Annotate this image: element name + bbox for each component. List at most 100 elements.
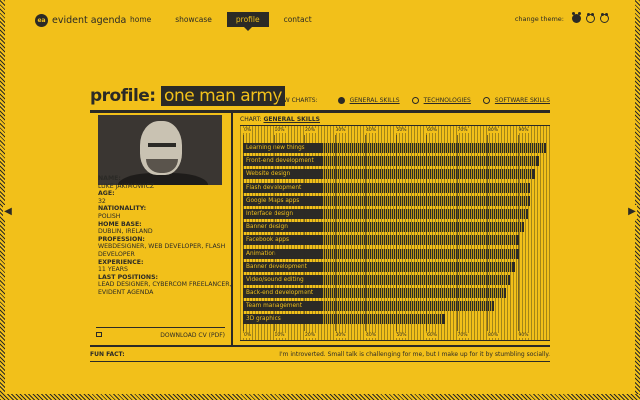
download-cv-label: DOWNLOAD CV (PDF): [160, 331, 225, 339]
bar-label: Learning new things: [243, 143, 322, 153]
view-charts: VIEW CHARTS: GENERAL SKILLS TECHNOLOGIES…: [274, 97, 550, 104]
page-title: profile: one man army: [90, 86, 285, 106]
nav-showcase[interactable]: showcase: [166, 12, 221, 27]
bar-label: Back-end development: [243, 288, 322, 299]
chart-selected-icon: [337, 97, 345, 104]
bar-label: Google Maps apps: [243, 195, 322, 206]
experience-label: EXPERIENCE:: [98, 258, 144, 266]
chart-link-label: GENERAL SKILLS: [349, 97, 400, 104]
fun-fact: FUN FACT: I'm introverted. Small talk is…: [90, 349, 550, 361]
bar: [322, 248, 520, 259]
name-label: NAME:: [98, 175, 121, 182]
bar-row: Google Maps apps: [243, 195, 550, 208]
positions-value: LEAD DESIGNER, CYBERCOM FREELANCER, EVID…: [98, 281, 232, 296]
experience-value: 11 YEARS: [98, 266, 128, 274]
bar-label: Team management: [243, 301, 322, 312]
profile-info: NAME: LUKE JAKIMOWICZ AGE: 32 NATIONALIT…: [98, 175, 233, 297]
bar-label: Website design: [243, 169, 322, 180]
theme-switcher: change theme:: [514, 12, 609, 23]
bar: [322, 143, 546, 153]
bar-label: Banner development: [243, 261, 322, 272]
tick-label: 0%: [243, 333, 253, 338]
theme-light-icon[interactable]: [600, 13, 609, 23]
bar: [322, 156, 540, 167]
bar-row: Banner development: [243, 261, 550, 274]
grid-line: [304, 135, 305, 331]
chart-unselected-icon: [411, 97, 419, 104]
tick-label: 70%: [456, 333, 469, 338]
nav-home[interactable]: home: [121, 12, 160, 27]
tick-label: 50%: [395, 333, 408, 338]
title-row: profile: one man army VIEW CHARTS: GENER…: [90, 86, 550, 108]
logo[interactable]: ea evident agenda: [35, 14, 126, 27]
tick-label: 70%: [456, 128, 469, 133]
bar-label: Video/sound editing: [243, 274, 322, 285]
grid-line: [334, 135, 336, 331]
bar: [322, 301, 495, 312]
tick-label: 40%: [365, 333, 378, 338]
ticks-bottom: 0% 10% 20% 30% 40% 50% 60% 70% 80% 90%: [240, 331, 550, 340]
nav-contact[interactable]: contact: [275, 12, 321, 27]
grid-line: [426, 135, 427, 331]
chart-link-technologies[interactable]: TECHNOLOGIES: [411, 97, 471, 104]
profession-value: WEBDESIGNER, WEB DEVELOPER, FLASH DEVELO…: [98, 243, 226, 258]
logo-text: evident agenda: [52, 15, 127, 26]
tick-label: 30%: [334, 333, 347, 338]
ticks-top: 0% 10% 20% 30% 40% 50% 60% 70% 80% 90%: [240, 126, 550, 135]
chart-link-label: SOFTWARE SKILLS: [494, 97, 550, 104]
fun-fact-rule: [90, 361, 550, 362]
profession-label: PROFESSION:: [98, 235, 145, 243]
bar-row: Front-end development: [243, 155, 550, 168]
prev-arrow-icon[interactable]: ◀: [3, 205, 13, 219]
bar-row: Flash development: [243, 182, 550, 195]
tick-label: 30%: [334, 128, 347, 133]
tick-label: 10%: [273, 333, 286, 338]
grid-line: [517, 135, 519, 331]
next-arrow-icon[interactable]: ▶: [627, 205, 637, 219]
theme-outline-icon[interactable]: [586, 13, 595, 23]
bar-row: Facebook apps: [243, 234, 550, 247]
view-charts-label: VIEW CHARTS:: [274, 97, 318, 104]
age-label: AGE:: [98, 190, 115, 198]
profile-panel: NAME: LUKE JAKIMOWICZ AGE: 32 NATIONALIT…: [90, 113, 233, 345]
chart-title-prefix: CHART:: [240, 116, 262, 123]
grid-line: [456, 135, 458, 331]
bar-label: Animation: [243, 248, 322, 259]
tick-label: 40%: [365, 128, 378, 133]
grid-line: [273, 135, 275, 331]
grid-line: [365, 135, 366, 331]
right-border-stripe: [635, 0, 640, 400]
tick-label: 90%: [517, 333, 530, 338]
tick-label: 80%: [487, 128, 500, 133]
nav-profile[interactable]: profile: [226, 12, 269, 31]
chart-link-label: TECHNOLOGIES: [423, 97, 471, 104]
bar: [322, 288, 506, 299]
theme-label: change theme:: [514, 14, 564, 23]
bar-label: Interface design: [243, 208, 322, 219]
age-value: 32: [98, 197, 106, 205]
bar-row: Interface design: [243, 208, 550, 221]
bar-label: 3D graphics: [243, 314, 322, 325]
bar-row: Back-end development: [243, 287, 550, 300]
download-cv-link[interactable]: DOWNLOAD CV (PDF): [96, 327, 225, 339]
page-title-value: one man army: [161, 86, 285, 106]
tick-label: 0%: [243, 128, 253, 133]
bar-row: Banner design: [243, 221, 550, 234]
home-base-label: HOME BASE:: [98, 220, 142, 228]
positions-label: LAST POSITIONS:: [98, 273, 159, 281]
theme-dark-icon[interactable]: [572, 12, 581, 23]
logo-icon: ea: [35, 14, 48, 27]
grid-line: [243, 135, 244, 331]
chart-link-software-skills[interactable]: SOFTWARE SKILLS: [482, 97, 550, 104]
main-nav: home showcase profile contact: [121, 12, 321, 31]
chart-title: GENERAL SKILLS: [263, 116, 321, 123]
grid-line: [395, 135, 397, 331]
tick-label: 80%: [487, 333, 500, 338]
bar-label: Facebook apps: [243, 235, 322, 246]
chart-unselected-icon: [482, 97, 490, 104]
bar: [322, 222, 524, 233]
document-icon: [96, 332, 102, 337]
bottom-rule: [90, 345, 550, 347]
bar-row: Team management: [243, 300, 550, 313]
chart-link-general-skills[interactable]: GENERAL SKILLS: [337, 97, 400, 104]
